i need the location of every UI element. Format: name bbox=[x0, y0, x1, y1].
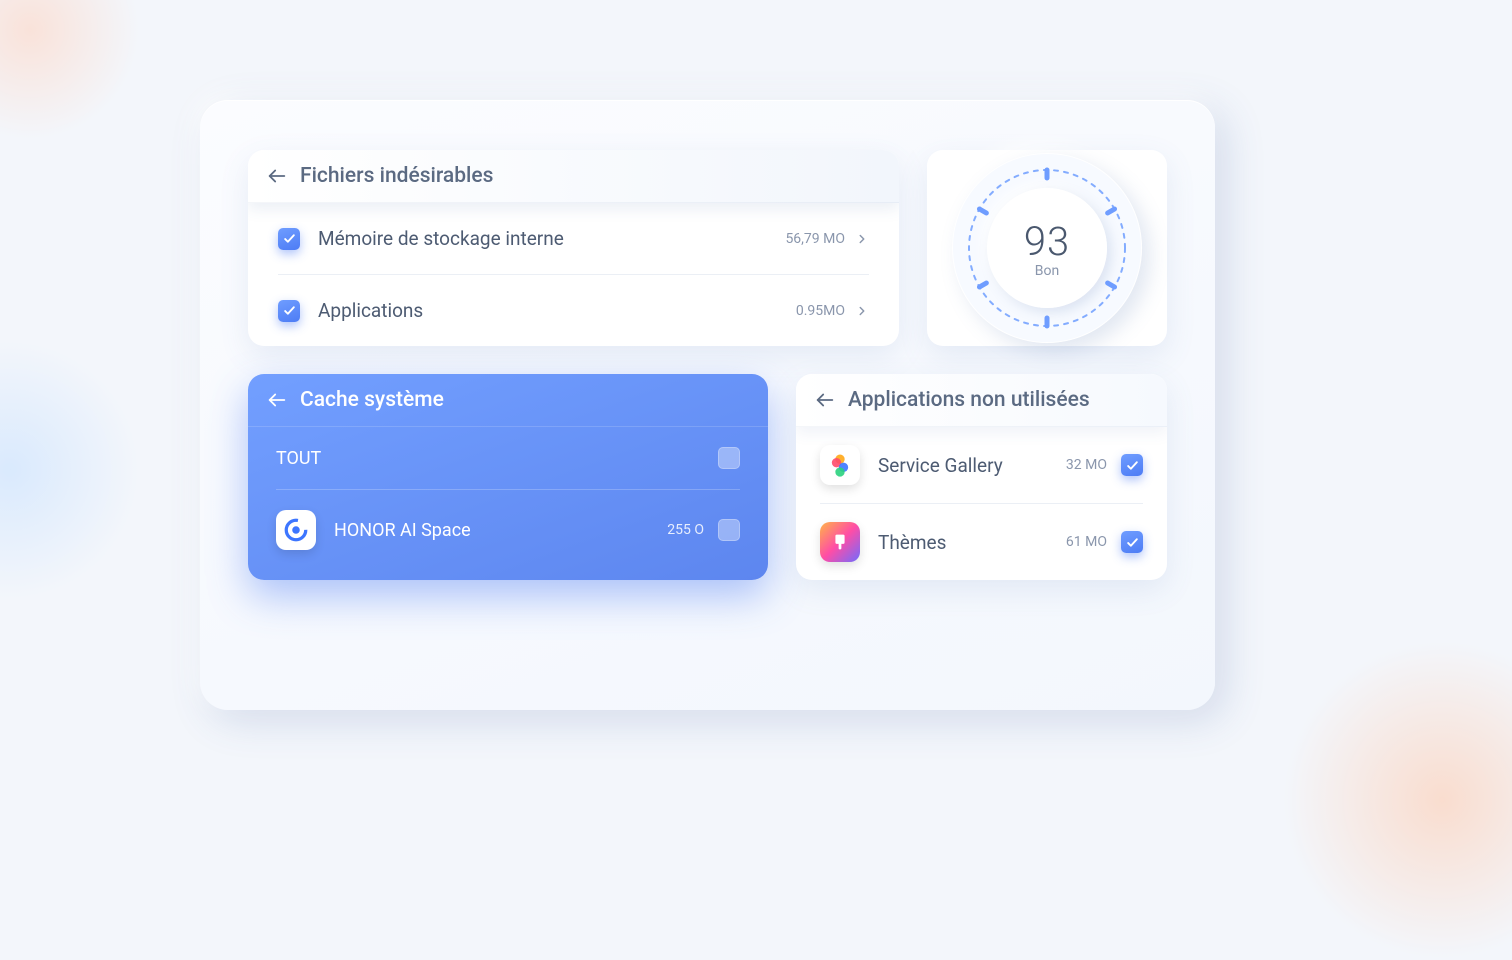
item-size: 0.95MO bbox=[796, 303, 845, 319]
back-arrow-icon[interactable] bbox=[266, 389, 288, 411]
item-size: 56,79 MO bbox=[785, 231, 845, 247]
back-arrow-icon[interactable] bbox=[266, 165, 288, 187]
undesirable-title: Fichiers indésirables bbox=[300, 164, 493, 188]
cache-title: Cache système bbox=[300, 388, 444, 412]
service-gallery-icon bbox=[820, 445, 860, 485]
undesirable-item-storage[interactable]: Mémoire de stockage interne 56,79 MO bbox=[278, 203, 869, 274]
decorative-circle bbox=[0, 0, 140, 140]
cache-header: Cache système bbox=[248, 374, 768, 427]
gauge-ticks-icon bbox=[960, 161, 1134, 335]
checkbox-unchecked-icon[interactable] bbox=[718, 519, 740, 541]
cache-item-all[interactable]: TOUT bbox=[276, 427, 740, 489]
undesirable-list: Mémoire de stockage interne 56,79 MO App… bbox=[248, 203, 899, 346]
score-card: 93 Bon bbox=[927, 150, 1167, 346]
item-label: Applications bbox=[318, 299, 796, 322]
unused-item-themes[interactable]: Thèmes 61 MO bbox=[820, 503, 1143, 580]
cache-list: TOUT HONOR AI Space 255 O bbox=[248, 427, 768, 570]
undesirable-files-card: Fichiers indésirables Mémoire de stockag… bbox=[248, 150, 899, 346]
unused-apps-card: Applications non utilisées Service Galle… bbox=[796, 374, 1167, 580]
honor-ai-space-icon bbox=[276, 510, 316, 550]
checkbox-checked-icon[interactable] bbox=[278, 300, 300, 322]
main-panel: Fichiers indésirables Mémoire de stockag… bbox=[200, 100, 1215, 710]
unused-item-service-gallery[interactable]: Service Gallery 32 MO bbox=[820, 427, 1143, 503]
cache-item-honor-ai-space[interactable]: HONOR AI Space 255 O bbox=[276, 489, 740, 570]
checkbox-unchecked-icon[interactable] bbox=[718, 447, 740, 469]
chevron-right-icon[interactable] bbox=[855, 232, 869, 246]
item-label: TOUT bbox=[276, 448, 704, 469]
item-size: 32 MO bbox=[1066, 457, 1107, 473]
item-size: 255 O bbox=[667, 522, 704, 538]
item-label: HONOR AI Space bbox=[334, 520, 667, 541]
item-label: Mémoire de stockage interne bbox=[318, 227, 785, 250]
checkbox-checked-icon[interactable] bbox=[1121, 454, 1143, 476]
undesirable-header: Fichiers indésirables bbox=[248, 150, 899, 203]
chevron-right-icon[interactable] bbox=[855, 304, 869, 318]
decorative-circle bbox=[0, 340, 140, 600]
item-label: Service Gallery bbox=[878, 454, 1066, 477]
unused-header: Applications non utilisées bbox=[796, 374, 1167, 427]
decorative-circle bbox=[1282, 640, 1512, 960]
unused-title: Applications non utilisées bbox=[848, 388, 1090, 412]
gauge: 93 Bon bbox=[952, 153, 1142, 343]
checkbox-checked-icon[interactable] bbox=[1121, 531, 1143, 553]
item-size: 61 MO bbox=[1066, 534, 1107, 550]
checkbox-checked-icon[interactable] bbox=[278, 228, 300, 250]
system-cache-card: Cache système TOUT HONOR AI Space 255 O bbox=[248, 374, 768, 580]
themes-icon bbox=[820, 522, 860, 562]
undesirable-item-applications[interactable]: Applications 0.95MO bbox=[278, 274, 869, 346]
back-arrow-icon[interactable] bbox=[814, 389, 836, 411]
item-label: Thèmes bbox=[878, 531, 1066, 554]
unused-list: Service Gallery 32 MO Thèmes 61 MO bbox=[796, 427, 1167, 580]
